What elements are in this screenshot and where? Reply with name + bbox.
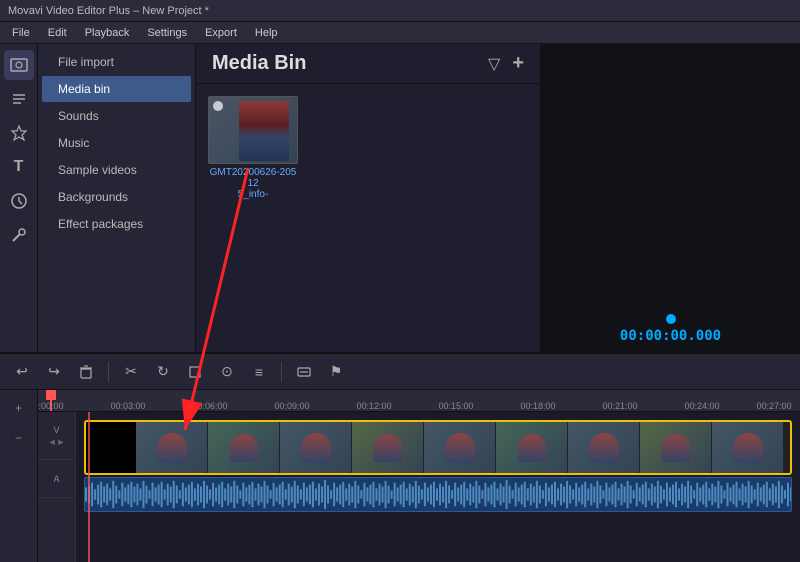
ruler-mark-1: 00:03:00	[110, 401, 145, 411]
track-area	[76, 412, 800, 562]
sidebar-item-effect-packages[interactable]: Effect packages	[42, 211, 191, 237]
timeline-section: ↩ ↪ ✂ ↻ ⊙ ≡ ⚑	[0, 352, 800, 562]
menu-export[interactable]: Export	[197, 25, 245, 41]
content-actions: ▽ +	[488, 52, 524, 75]
crop-button[interactable]	[183, 360, 207, 384]
preview-area: 00:00:00.000	[540, 44, 800, 352]
sidebar-item-sounds[interactable]: Sounds	[42, 103, 191, 129]
tool-tools[interactable]	[4, 220, 34, 250]
sidebar-item-media-bin[interactable]: Media bin	[42, 76, 191, 102]
tool-edit[interactable]	[4, 84, 34, 114]
menu-playback[interactable]: Playback	[77, 25, 138, 41]
ruler-mark-0: 00:00:00	[38, 401, 64, 411]
timeline-body: + − 00:00:00 00:03:00 00:06:00 00:09:00 …	[0, 390, 800, 562]
video-frame-1	[136, 422, 208, 473]
redo-button[interactable]: ↪	[42, 360, 66, 384]
menu-edit[interactable]: Edit	[40, 25, 75, 41]
ruler-mark-4: 00:12:00	[356, 401, 391, 411]
media-item[interactable]: GMT20200626-205125_info-	[208, 96, 298, 200]
video-frame-5	[424, 422, 496, 473]
ruler-mark-6: 00:18:00	[520, 401, 555, 411]
undo-button[interactable]: ↩	[10, 360, 34, 384]
sidebar-item-file-import[interactable]: File import	[42, 49, 191, 75]
timeline-toolbar: ↩ ↪ ✂ ↻ ⊙ ≡ ⚑	[0, 354, 800, 390]
separator-1	[108, 362, 109, 382]
track-label-audio: A	[38, 460, 75, 498]
track-label-video: V ◄►	[38, 412, 75, 460]
video-frame-2	[208, 422, 280, 473]
playhead-marker	[46, 390, 56, 400]
video-frames	[136, 422, 784, 473]
track-labels: V ◄► A	[38, 412, 76, 562]
video-frame-3	[280, 422, 352, 473]
caption-button[interactable]	[292, 360, 316, 384]
ruler-mark-3: 00:09:00	[274, 401, 309, 411]
delete-button[interactable]	[74, 360, 98, 384]
ruler-mark-9: 00:27:00	[756, 401, 791, 411]
media-thumbnail	[208, 96, 298, 164]
menu-file[interactable]: File	[4, 25, 38, 41]
tool-fx[interactable]	[4, 118, 34, 148]
menu-help[interactable]: Help	[247, 25, 286, 41]
ruler-mark-7: 00:21:00	[602, 401, 637, 411]
timeline-zoom-in[interactable]: +	[5, 394, 33, 422]
timeline-zoom-out[interactable]: −	[5, 424, 33, 452]
tool-media[interactable]	[4, 50, 34, 80]
timeline-ruler: 00:00:00 00:03:00 00:06:00 00:09:00 00:1…	[38, 390, 800, 412]
video-frame-9	[712, 422, 784, 473]
video-track[interactable]	[84, 420, 792, 475]
tool-clock[interactable]	[4, 186, 34, 216]
ruler-mark-8: 00:24:00	[684, 401, 719, 411]
content-title: Media Bin	[212, 52, 306, 75]
main-layout: T File import Media bin Sounds Music Sam…	[0, 44, 800, 352]
filter-icon[interactable]: ▽	[488, 54, 500, 74]
ruler-mark-5: 00:15:00	[438, 401, 473, 411]
track-area-wrapper: V ◄► A	[38, 412, 800, 562]
audio-track[interactable]	[84, 477, 792, 512]
video-frame-7	[568, 422, 640, 473]
sidebar-item-music[interactable]: Music	[42, 130, 191, 156]
properties-button[interactable]: ⊙	[215, 360, 239, 384]
video-frame-6	[496, 422, 568, 473]
menu-settings[interactable]: Settings	[139, 25, 195, 41]
add-media-button[interactable]: +	[512, 52, 524, 75]
sidebar-item-backgrounds[interactable]: Backgrounds	[42, 184, 191, 210]
content-header: Media Bin ▽ +	[196, 44, 540, 84]
video-frame-8	[640, 422, 712, 473]
preview-playhead-dot	[666, 314, 676, 324]
list-button[interactable]: ≡	[247, 360, 271, 384]
timeline-left-bar: + −	[0, 390, 38, 562]
menubar: File Edit Playback Settings Export Help	[0, 22, 800, 44]
timeline-right: 00:00:00 00:03:00 00:06:00 00:09:00 00:1…	[38, 390, 800, 562]
media-grid: GMT20200626-205125_info-	[196, 84, 540, 212]
separator-2	[281, 362, 282, 382]
cut-button[interactable]: ✂	[119, 360, 143, 384]
ruler-mark-2: 00:06:00	[192, 401, 227, 411]
title-text: Movavi Video Editor Plus – New Project *	[8, 5, 209, 17]
timecode-display: 00:00:00.000	[620, 328, 721, 344]
icon-toolbar: T	[0, 44, 38, 352]
video-black-region	[86, 422, 136, 473]
flag-button[interactable]: ⚑	[324, 360, 348, 384]
content-area: Media Bin ▽ + GMT20200626-205125_info-	[196, 44, 540, 352]
titlebar: Movavi Video Editor Plus – New Project *	[0, 0, 800, 22]
rotate-button[interactable]: ↻	[151, 360, 175, 384]
sidebar-item-sample-videos[interactable]: Sample videos	[42, 157, 191, 183]
audio-waveform	[85, 478, 791, 511]
video-frame-4	[352, 422, 424, 473]
media-label: GMT20200626-205125_info-	[208, 167, 298, 200]
tool-text[interactable]: T	[4, 152, 34, 182]
sidebar: File import Media bin Sounds Music Sampl…	[38, 44, 196, 352]
